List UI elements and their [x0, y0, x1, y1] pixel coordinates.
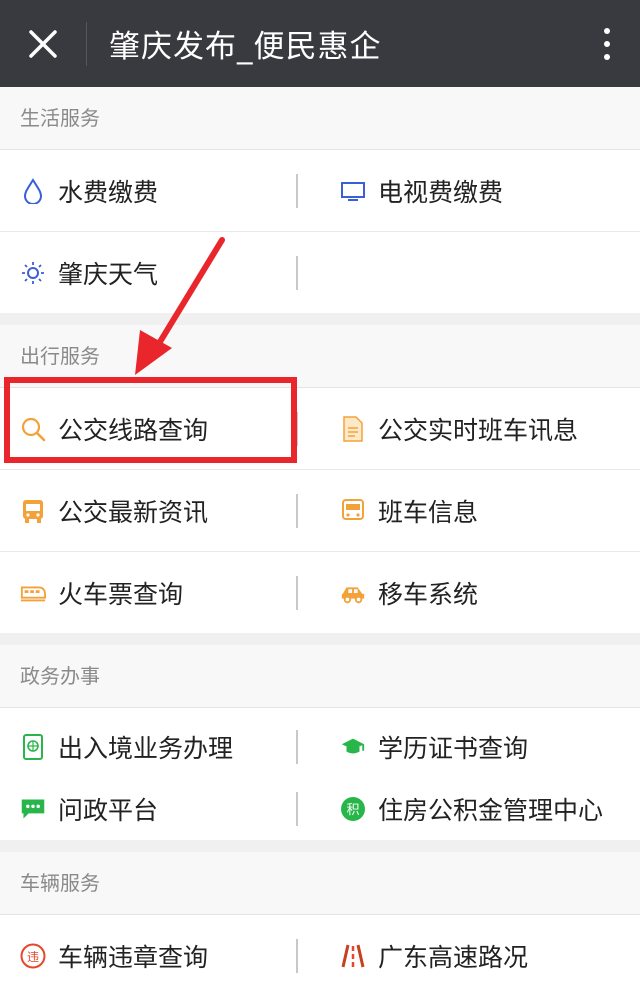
annotation-arrow	[135, 237, 225, 375]
